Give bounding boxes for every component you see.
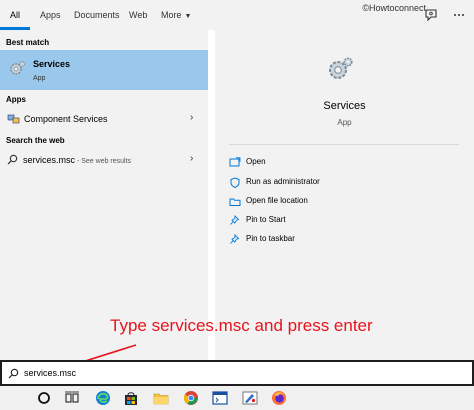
chrome-icon[interactable] bbox=[183, 390, 199, 406]
feedback-icon[interactable] bbox=[424, 8, 438, 22]
open-window-icon bbox=[229, 157, 241, 167]
best-match-title: Services bbox=[33, 59, 71, 69]
task-view-icon[interactable] bbox=[64, 390, 80, 406]
paint-icon[interactable] bbox=[242, 390, 258, 406]
best-match-result[interactable]: Services App bbox=[0, 50, 208, 90]
cortana-icon[interactable] bbox=[36, 390, 52, 406]
details-app-type: App bbox=[337, 118, 352, 127]
tab-documents[interactable]: Documents bbox=[74, 0, 120, 30]
action-open-label: Open bbox=[246, 157, 266, 166]
services-large-gear-icon bbox=[329, 57, 353, 79]
apps-result-title: Component Services bbox=[24, 114, 108, 124]
apps-result-component-services[interactable]: Component Services › bbox=[0, 110, 208, 128]
edge-icon[interactable] bbox=[95, 390, 111, 406]
services-gear-icon bbox=[10, 61, 25, 75]
component-services-icon bbox=[7, 114, 20, 124]
web-result-text: services.msc - See web results bbox=[23, 155, 131, 165]
pin-icon bbox=[230, 215, 240, 225]
details-divider bbox=[229, 144, 459, 145]
pin-icon bbox=[230, 234, 240, 244]
more-options-icon[interactable] bbox=[452, 8, 466, 22]
tab-web[interactable]: Web bbox=[129, 0, 147, 30]
firefox-icon[interactable] bbox=[271, 390, 287, 406]
action-run-as-admin-label: Run as administrator bbox=[246, 177, 320, 186]
section-search-web: Search the web bbox=[6, 136, 65, 145]
shield-icon bbox=[230, 177, 240, 188]
best-match-subtitle: App bbox=[33, 75, 46, 82]
store-icon[interactable] bbox=[123, 390, 139, 406]
terminal-icon[interactable] bbox=[212, 390, 228, 406]
web-result[interactable]: services.msc - See web results › bbox=[0, 151, 208, 169]
action-pin-to-start-label: Pin to Start bbox=[246, 215, 286, 224]
results-pane: Best match Services App Apps Component S… bbox=[0, 30, 208, 360]
web-result-query: services.msc bbox=[23, 155, 76, 165]
tab-more[interactable]: More ▼ bbox=[161, 0, 191, 30]
annotation-text: Type services.msc and press enter bbox=[110, 316, 373, 335]
folder-icon bbox=[229, 198, 241, 206]
section-best-match: Best match bbox=[6, 38, 50, 47]
tab-all[interactable]: All bbox=[10, 0, 20, 30]
watermark: ©Howtoconnect bbox=[362, 3, 426, 13]
web-result-suffix: - See web results bbox=[75, 158, 132, 165]
details-pane: Services App Open Run as administrator O… bbox=[215, 30, 474, 360]
filter-tab-bar: All Apps Documents Web More ▼ ©Howtoconne… bbox=[0, 0, 474, 30]
tab-more-label: More bbox=[161, 10, 182, 20]
details-app-name: Services bbox=[323, 100, 366, 112]
chevron-right-icon[interactable]: › bbox=[190, 112, 193, 123]
chevron-down-icon: ▼ bbox=[184, 13, 192, 20]
file-explorer-icon[interactable] bbox=[153, 390, 169, 406]
search-box[interactable]: services.msc bbox=[0, 360, 474, 386]
chevron-right-icon[interactable]: › bbox=[190, 153, 193, 164]
action-pin-to-taskbar-label: Pin to taskbar bbox=[246, 234, 295, 243]
action-open-file-location-label: Open file location bbox=[246, 196, 308, 205]
search-icon bbox=[8, 368, 19, 379]
tab-apps[interactable]: Apps bbox=[40, 0, 61, 30]
taskbar bbox=[0, 386, 474, 410]
search-icon bbox=[7, 154, 18, 165]
search-input[interactable]: services.msc bbox=[24, 368, 76, 378]
section-apps: Apps bbox=[6, 95, 26, 104]
